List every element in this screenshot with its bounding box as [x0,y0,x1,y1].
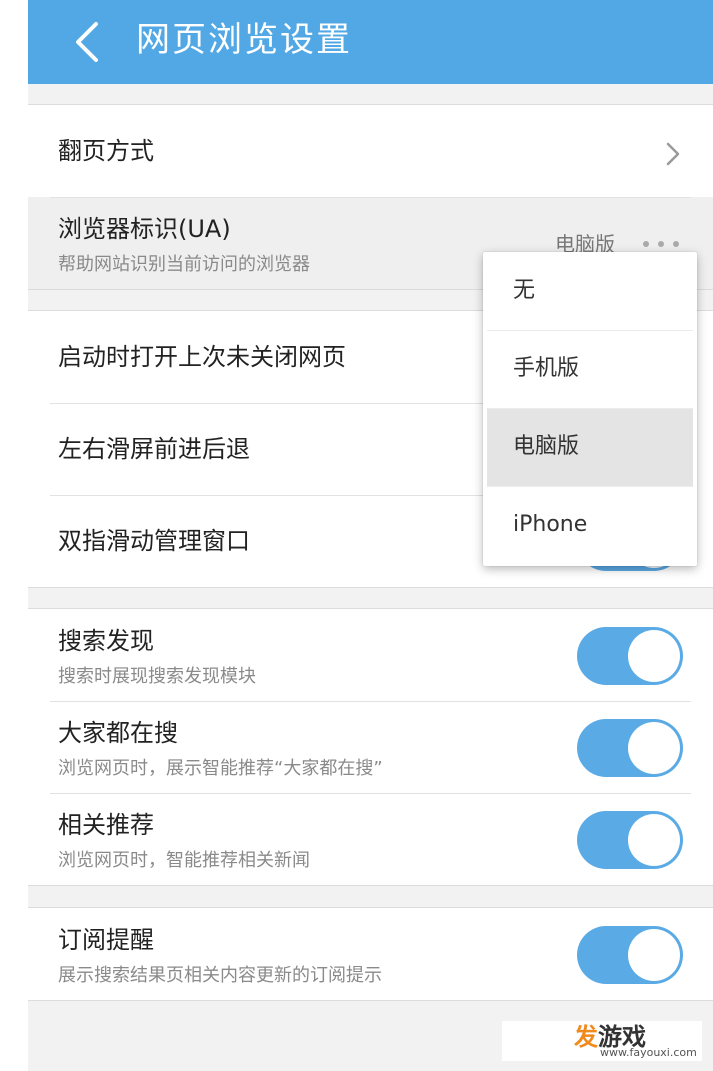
page-turn-label: 翻页方式 [58,137,154,165]
toggle-knob [628,722,680,774]
more-dots-icon[interactable] [641,239,681,249]
related-recommend-row[interactable]: 相关推荐 浏览网页时，智能推荐相关新闻 [28,793,713,885]
search-discover-row[interactable]: 搜索发现 搜索时展现搜索发现模块 [28,609,713,701]
page-title: 网页浏览设置 [136,20,352,60]
watermark-url: www.fayouxi.com [600,1046,697,1059]
back-icon[interactable] [66,18,114,66]
trending-search-description: 浏览网页时，展示智能推荐“大家都在搜” [58,758,383,779]
subscribe-reminder-description: 展示搜索结果页相关内容更新的订阅提示 [58,965,382,986]
watermark-logo: 发游戏 www.fayouxi.com [502,1021,702,1061]
subscribe-reminder-label: 订阅提醒 [58,926,154,954]
watermark-accent: 发 [574,1023,598,1051]
search-discover-label: 搜索发现 [58,627,154,655]
settings-screen: 网页浏览设置 翻页方式 浏览器标识(UA) 帮助网站识别当前访问的浏览器 电脑版… [28,0,713,1071]
ua-label: 浏览器标识(UA) [58,215,231,243]
search-discover-toggle[interactable] [577,627,683,685]
related-recommend-label: 相关推荐 [58,811,154,839]
two-finger-label: 双指滑动管理窗口 [58,527,250,555]
ua-dropdown-menu: 无 手机版 电脑版 iPhone [483,252,697,566]
trending-search-row[interactable]: 大家都在搜 浏览网页时，展示智能推荐“大家都在搜” [28,701,713,793]
swipe-nav-label: 左右滑屏前进后退 [58,435,250,463]
chevron-right-icon [666,142,680,166]
page-turn-row[interactable]: 翻页方式 [28,105,713,197]
toggle-knob [628,814,680,866]
recommend-group: 搜索发现 搜索时展现搜索发现模块 大家都在搜 浏览网页时，展示智能推荐“大家都在… [28,608,713,886]
related-recommend-toggle[interactable] [577,811,683,869]
ua-option-iphone[interactable]: iPhone [483,486,697,564]
toggle-knob [628,929,680,981]
restore-tabs-label: 启动时打开上次未关闭网页 [58,343,346,371]
related-recommend-description: 浏览网页时，智能推荐相关新闻 [58,850,310,871]
subscribe-reminder-row[interactable]: 订阅提醒 展示搜索结果页相关内容更新的订阅提示 [28,908,713,1000]
search-discover-description: 搜索时展现搜索发现模块 [58,666,256,687]
ua-option-none[interactable]: 无 [483,252,697,330]
subscribe-group: 订阅提醒 展示搜索结果页相关内容更新的订阅提示 [28,907,713,1001]
ua-option-desktop[interactable]: 电脑版 [487,408,693,486]
ua-description: 帮助网站识别当前访问的浏览器 [58,254,310,275]
trending-search-toggle[interactable] [577,719,683,777]
trending-search-label: 大家都在搜 [58,719,178,747]
ua-option-mobile[interactable]: 手机版 [483,330,697,408]
toggle-knob [628,630,680,682]
subscribe-reminder-toggle[interactable] [577,926,683,984]
app-header: 网页浏览设置 [28,0,713,84]
